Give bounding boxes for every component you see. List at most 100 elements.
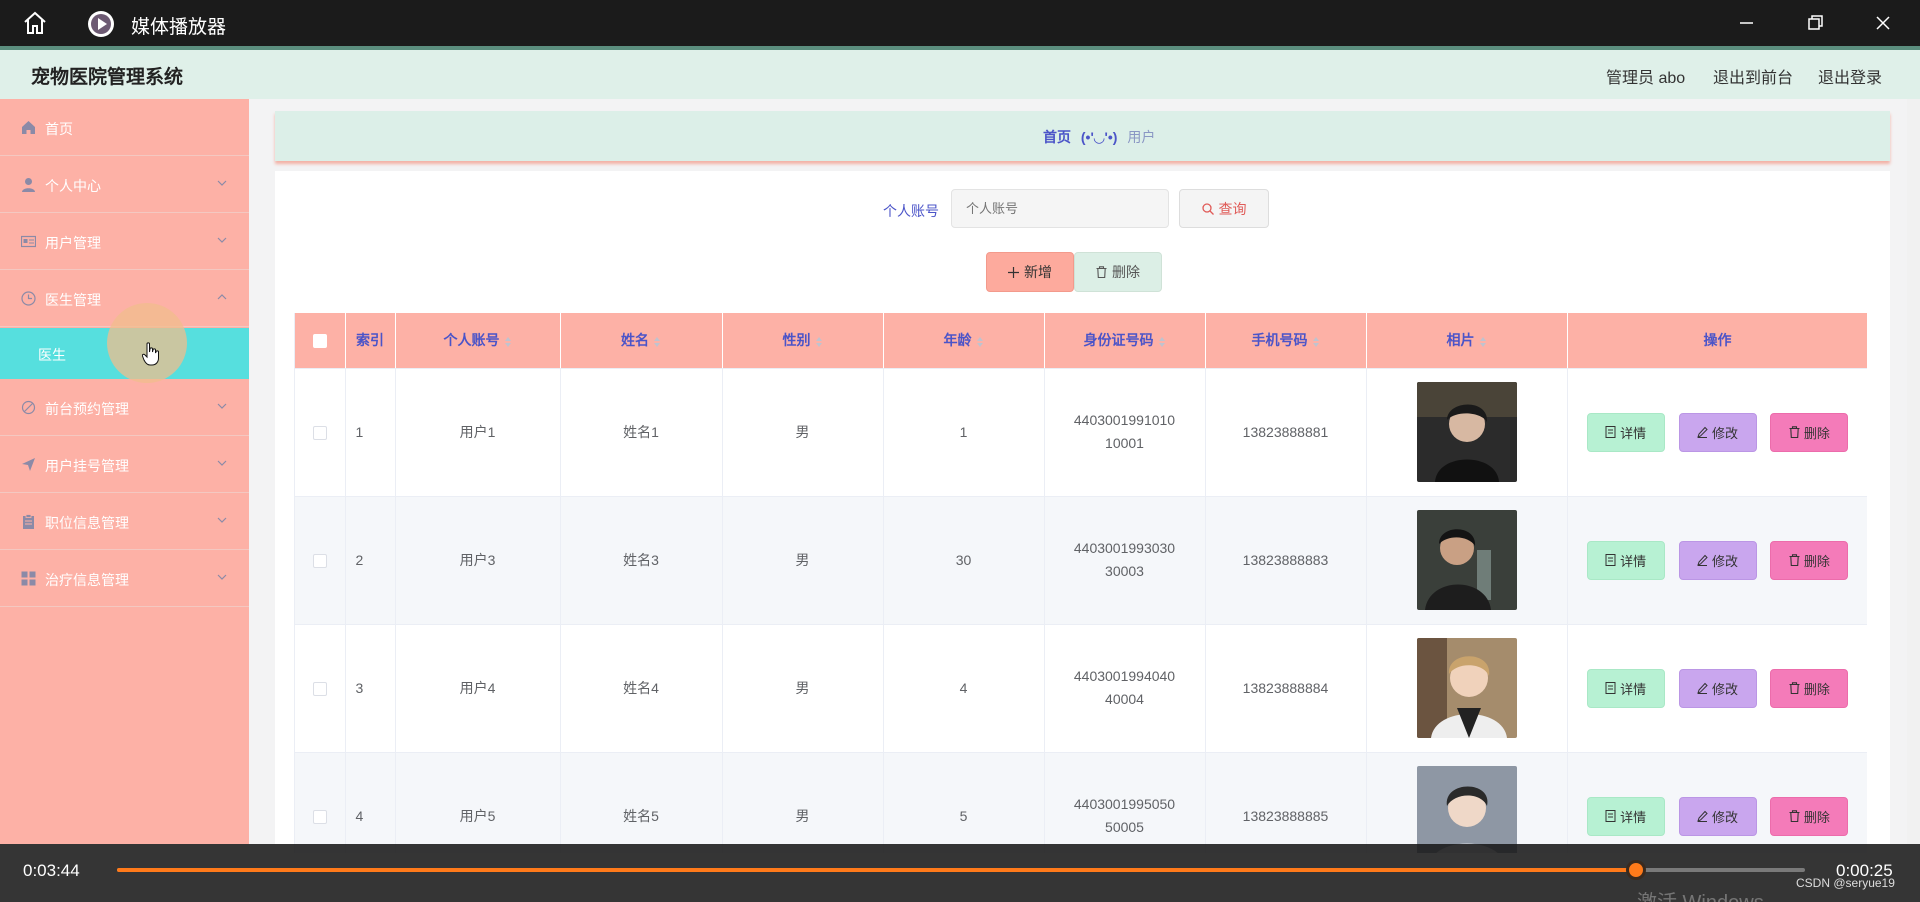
sort-icon[interactable] bbox=[976, 336, 984, 347]
seek-bar-thumb[interactable] bbox=[1626, 860, 1647, 880]
sidebar-item-treatment-info[interactable]: 治疗信息管理 bbox=[0, 550, 249, 607]
trash-icon bbox=[1789, 426, 1800, 438]
table-row: 2 用户3 姓名3 男 30 440300199303030003 138238… bbox=[295, 496, 1867, 625]
column-header[interactable]: 相片 bbox=[1366, 313, 1568, 369]
minimize-icon[interactable] bbox=[1733, 10, 1759, 36]
column-header[interactable]: 手机号码 bbox=[1205, 313, 1367, 369]
add-button[interactable]: 新增 bbox=[986, 252, 1074, 292]
row-checkbox[interactable] bbox=[312, 554, 327, 569]
column-header[interactable]: 姓名 bbox=[560, 313, 723, 369]
document-icon bbox=[1605, 810, 1616, 822]
detail-button[interactable]: 详情 bbox=[1586, 796, 1665, 836]
clock-icon bbox=[21, 291, 36, 306]
edit-icon bbox=[1697, 554, 1708, 566]
trash-icon bbox=[1789, 810, 1800, 822]
search-input[interactable] bbox=[951, 189, 1169, 228]
sort-icon[interactable] bbox=[653, 336, 661, 347]
chevron-down-icon bbox=[217, 517, 227, 523]
edit-button[interactable]: 修改 bbox=[1678, 668, 1757, 708]
sidebar-item-label: 首页 bbox=[45, 121, 73, 137]
id-card-cell: 440300199505050005 bbox=[1044, 752, 1206, 853]
batch-delete-button[interactable]: 删除 bbox=[1074, 252, 1162, 292]
content-panel: 个人账号 查询 新增 删除 bbox=[275, 171, 1890, 853]
row-checkbox[interactable] bbox=[312, 426, 327, 441]
row-checkbox[interactable] bbox=[312, 682, 327, 697]
user-photo[interactable] bbox=[1416, 638, 1517, 738]
data-table: 索引 个人账号 姓名 性别 年龄 身份证号码 手机号码 相片 操作 1 用户1 … bbox=[294, 313, 1867, 853]
sort-icon[interactable] bbox=[1158, 336, 1166, 347]
sidebar-item-label: 前台预约管理 bbox=[45, 401, 129, 417]
column-header: 索引 bbox=[345, 313, 396, 369]
to-frontend-link[interactable]: 退出到前台 bbox=[1713, 64, 1793, 88]
media-player-icon bbox=[88, 11, 114, 37]
search-button-label: 查询 bbox=[1218, 200, 1247, 217]
close-icon[interactable] bbox=[1870, 10, 1896, 36]
row-checkbox[interactable] bbox=[312, 810, 327, 825]
sort-icon[interactable] bbox=[815, 336, 823, 347]
table-row: 1 用户1 姓名1 男 1 440300199101010001 1382388… bbox=[295, 368, 1867, 497]
edit-button[interactable]: 修改 bbox=[1678, 796, 1757, 836]
detail-button[interactable]: 详情 bbox=[1586, 668, 1665, 708]
seek-bar[interactable] bbox=[117, 860, 1805, 880]
breadcrumb-home[interactable]: 首页 bbox=[1043, 129, 1071, 145]
sidebar-item-position-info[interactable]: 职位信息管理 bbox=[0, 493, 249, 550]
detail-button[interactable]: 详情 bbox=[1586, 540, 1665, 580]
user-photo[interactable] bbox=[1416, 510, 1517, 610]
logout-link[interactable]: 退出登录 bbox=[1818, 64, 1882, 88]
grid-icon bbox=[21, 571, 36, 586]
chevron-down-icon bbox=[217, 574, 227, 580]
edit-button[interactable]: 修改 bbox=[1678, 412, 1757, 452]
row-select-cell bbox=[295, 368, 346, 497]
sidebar-subitem-label: 医生 bbox=[38, 347, 66, 363]
photo-cell bbox=[1366, 624, 1568, 753]
sidebar-item-label: 个人中心 bbox=[45, 178, 101, 194]
search-button[interactable]: 查询 bbox=[1179, 189, 1269, 228]
operations-cell: 详情 修改 删除 bbox=[1567, 368, 1867, 497]
detail-button[interactable]: 详情 bbox=[1586, 412, 1665, 452]
sidebar-item-user-management[interactable]: 用户管理 bbox=[0, 213, 249, 270]
sidebar-item-front-appointment[interactable]: 前台预约管理 bbox=[0, 379, 249, 436]
delete-button[interactable]: 删除 bbox=[1770, 540, 1849, 580]
sort-icon[interactable] bbox=[1312, 336, 1320, 347]
table-row: 3 用户4 姓名4 男 4 440300199404040004 1382388… bbox=[295, 624, 1867, 753]
delete-button[interactable]: 删除 bbox=[1770, 412, 1849, 452]
select-all-checkbox[interactable] bbox=[312, 334, 327, 349]
sidebar-item-registration[interactable]: 用户挂号管理 bbox=[0, 436, 249, 493]
name-cell: 姓名3 bbox=[560, 496, 723, 625]
sidebar-item-personal-center[interactable]: 个人中心 bbox=[0, 156, 249, 213]
name-cell: 姓名1 bbox=[560, 368, 723, 497]
sidebar-item-label: 用户挂号管理 bbox=[45, 458, 129, 474]
home-icon[interactable] bbox=[22, 11, 48, 35]
sort-icon[interactable] bbox=[1479, 336, 1487, 347]
sidebar-item-label: 职位信息管理 bbox=[45, 515, 129, 531]
no-icon bbox=[21, 400, 36, 415]
player-title: 媒体播放器 bbox=[131, 17, 227, 38]
restore-icon[interactable] bbox=[1802, 10, 1828, 36]
account-cell: 用户4 bbox=[395, 624, 561, 753]
select-all-cell bbox=[295, 313, 346, 369]
system-title: 宠物医院管理系统 bbox=[31, 67, 184, 88]
age-cell: 4 bbox=[883, 624, 1045, 753]
user-photo[interactable] bbox=[1416, 382, 1517, 482]
delete-button[interactable]: 删除 bbox=[1770, 796, 1849, 836]
user-photo[interactable] bbox=[1416, 766, 1517, 853]
page-scrollbar[interactable] bbox=[1907, 99, 1920, 844]
delete-button[interactable]: 删除 bbox=[1770, 668, 1849, 708]
column-header[interactable]: 身份证号码 bbox=[1044, 313, 1206, 369]
chevron-up-icon bbox=[217, 294, 227, 300]
batch-delete-button-label: 删除 bbox=[1112, 264, 1140, 280]
gender-cell: 男 bbox=[722, 624, 884, 753]
sidebar-item-label: 医生管理 bbox=[45, 292, 101, 308]
column-header[interactable]: 个人账号 bbox=[395, 313, 561, 369]
operations-cell: 详情 修改 删除 bbox=[1567, 496, 1867, 625]
edit-button[interactable]: 修改 bbox=[1678, 540, 1757, 580]
index-cell: 1 bbox=[345, 368, 396, 497]
send-icon bbox=[22, 458, 35, 471]
search-icon bbox=[1201, 202, 1214, 215]
id-card-cell: 440300199303030003 bbox=[1044, 496, 1206, 625]
column-header[interactable]: 性别 bbox=[722, 313, 884, 369]
sort-icon[interactable] bbox=[504, 336, 512, 347]
sidebar-item-home[interactable]: 首页 bbox=[0, 99, 249, 156]
column-header[interactable]: 年龄 bbox=[883, 313, 1045, 369]
home-icon bbox=[22, 121, 35, 134]
